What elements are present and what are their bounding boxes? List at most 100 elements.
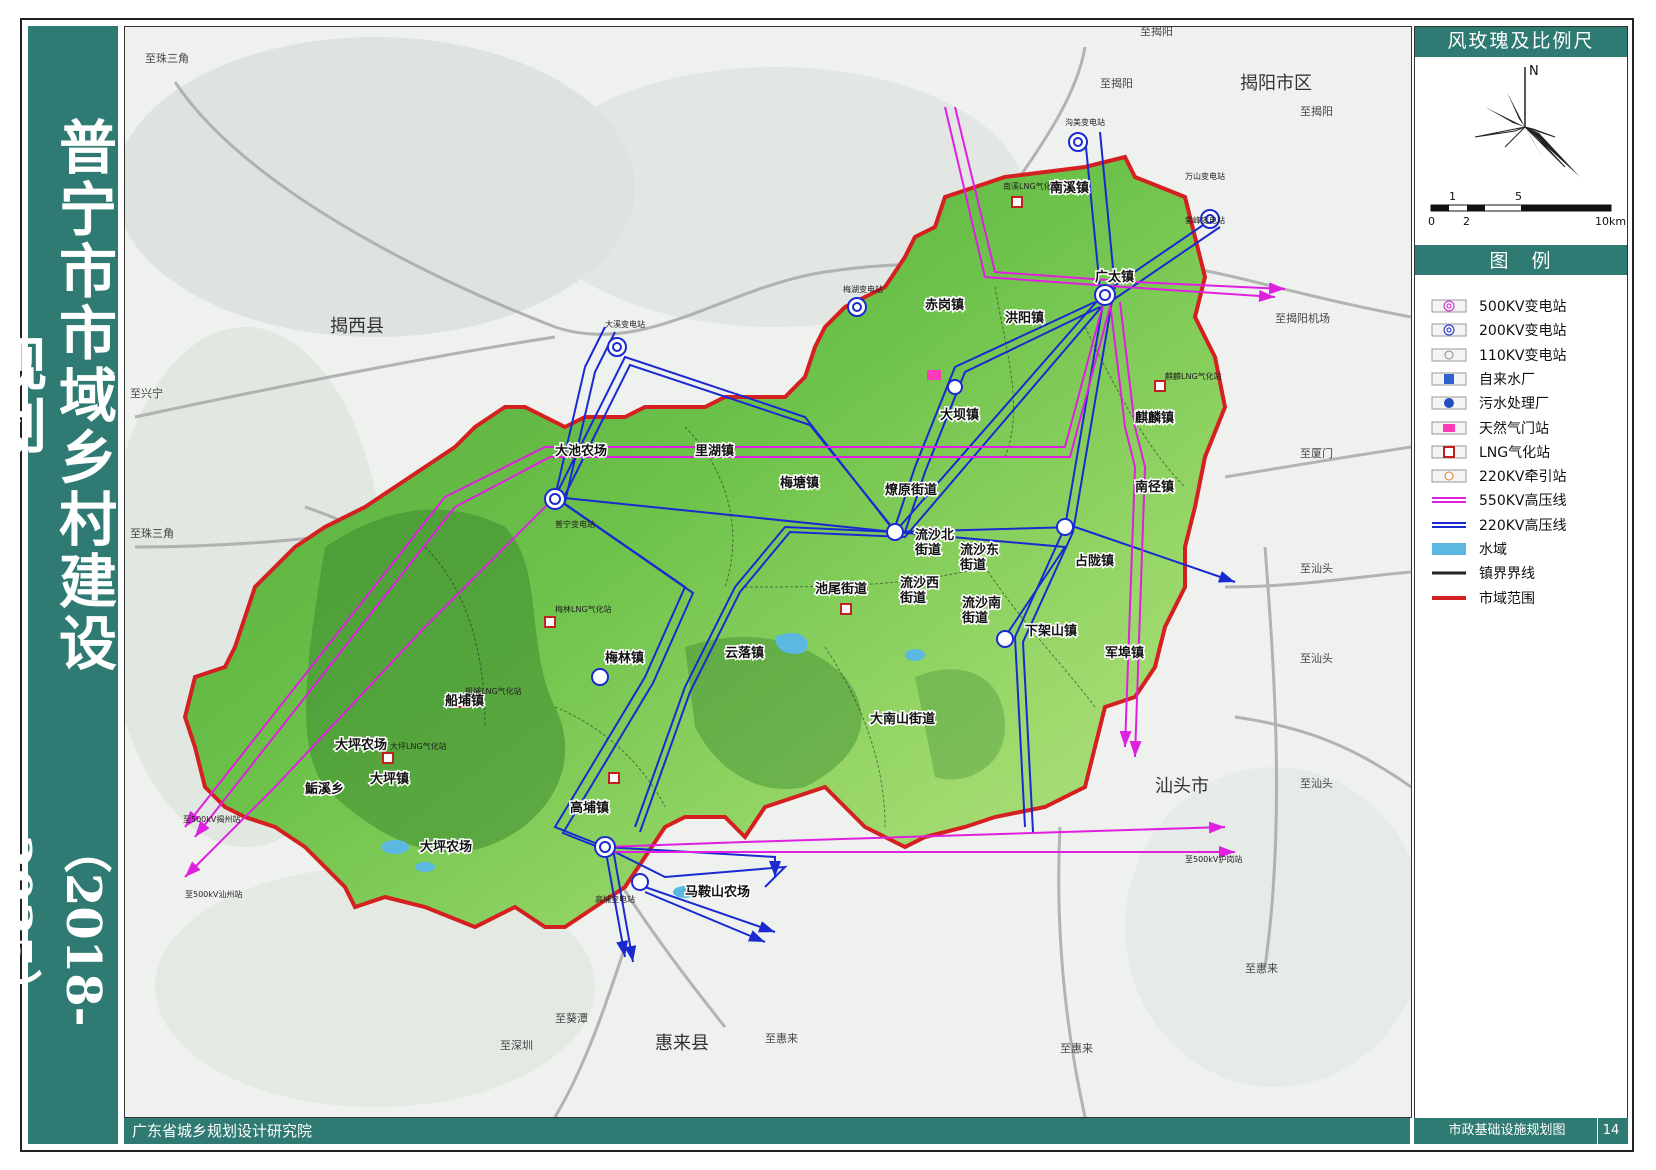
direction-label: 至厦门 xyxy=(1300,446,1333,460)
town-label: 流沙西 xyxy=(900,575,939,591)
map-years: （2018-2035） xyxy=(0,825,111,1027)
page-number: 14 xyxy=(1597,1118,1624,1144)
facility-label: 梅林LNG气化站 xyxy=(555,604,612,614)
line-550-icon xyxy=(1429,493,1469,507)
town-label: 里湖镇 xyxy=(695,443,734,459)
direction-label: 至兴宁 xyxy=(130,386,163,400)
direction-label: 至汕头 xyxy=(1300,652,1333,665)
traction-station-icon xyxy=(1429,469,1469,483)
town-label: 街道 xyxy=(959,557,986,573)
facility-label: 麒麟LNG气化站 xyxy=(1165,371,1222,381)
legend-label: 自来水厂 xyxy=(1479,371,1535,388)
facility-label: 紫峰变电站 xyxy=(1185,215,1225,225)
town-boundary-icon xyxy=(1429,566,1469,580)
direction-label: 至汕头 xyxy=(1300,562,1333,575)
lng-station-icon xyxy=(382,752,394,764)
gas-gate-icon xyxy=(1429,421,1469,435)
facility-label: 梅湖变电站 xyxy=(843,284,883,294)
region-label: 揭西县 xyxy=(330,316,384,337)
direction-label: 至惠来 xyxy=(765,1031,798,1045)
facility-label: 至500kV汕州站 xyxy=(185,889,242,899)
town-label: 梅林镇 xyxy=(605,650,644,666)
direction-label: 至揭阳 xyxy=(1300,104,1333,118)
legend-item: 天然气门站 xyxy=(1429,417,1549,439)
lng-station-icon xyxy=(1011,196,1023,208)
town-label: 大坪农场 xyxy=(420,839,472,855)
direction-label: 至惠来 xyxy=(1245,961,1278,975)
water-icon xyxy=(1429,542,1469,556)
map-canvas[interactable]: 揭阳市区 揭西县 汕头市 惠来县 南溪镇 广太镇 赤岗镇 洪阳镇 大坝镇 麒麟镇 里湖镇 梅塘镇 燎原街… xyxy=(124,26,1412,1118)
town-label: 流沙南 xyxy=(962,595,1001,611)
legend-label: 220KV牵引站 xyxy=(1479,469,1567,486)
legend-label: 市域范围 xyxy=(1479,590,1535,607)
town-label: 大池农场 xyxy=(555,443,607,459)
legend-label: 污水处理厂 xyxy=(1479,396,1549,413)
scale-tick-bottom: 10km xyxy=(1595,215,1626,228)
direction-label: 至汕头 xyxy=(1300,777,1333,790)
legend-label: 110KV变电站 xyxy=(1479,347,1567,364)
town-label: 广太镇 xyxy=(1095,269,1134,285)
scale-bar: 1 5 0 2 10km xyxy=(1428,190,1626,228)
town-label: 南径镇 xyxy=(1135,479,1174,495)
legend-label: 220KV高压线 xyxy=(1479,517,1567,534)
legend-label: 500KV变电站 xyxy=(1479,299,1567,315)
direction-label: 至惠来 xyxy=(1060,1041,1093,1055)
title-bar: 普宁市市域乡村建设规划 （2018-2035） xyxy=(0,26,118,1144)
legend-header: 图 例 xyxy=(1415,247,1627,275)
city-boundary-icon xyxy=(1429,591,1469,605)
north-label: N xyxy=(1529,64,1539,79)
town-label: 鮜溪乡 xyxy=(304,781,344,797)
footer-panel: 市政基础设施规划图 14 xyxy=(1414,1118,1628,1144)
facility-label: 高埔变电站 xyxy=(595,894,635,904)
legend-item: 镇界界线 xyxy=(1429,562,1535,584)
scale-tick-bottom: 0 xyxy=(1428,215,1435,228)
substation-200-icon xyxy=(591,668,609,686)
legend-item: 550KV高压线 xyxy=(1429,489,1566,511)
legend-item: 自来水厂 xyxy=(1429,368,1535,390)
direction-label: 至葵潭 xyxy=(555,1012,588,1025)
direction-label: 至揭阳机场 xyxy=(1275,311,1330,325)
map-sheet-name: 市政基础设施规划图 xyxy=(1448,1123,1566,1138)
town-label: 流沙北 xyxy=(915,527,954,543)
town-label: 大坝镇 xyxy=(940,407,979,423)
substation-200-icon xyxy=(947,379,963,395)
institute-bar: 广东省城乡规划设计研究院 xyxy=(124,1118,1410,1144)
town-label: 街道 xyxy=(914,542,941,558)
lng-station-icon xyxy=(1154,380,1166,392)
town-label: 大坪农场 xyxy=(335,737,387,753)
gas-gate-icon xyxy=(927,370,941,380)
facility-label: 沟美变电站 xyxy=(1065,117,1105,127)
legend-label: LNG气化站 xyxy=(1479,444,1551,461)
town-label: 梅塘镇 xyxy=(780,475,819,491)
town-label: 洪阳镇 xyxy=(1005,310,1044,326)
town-label: 街道 xyxy=(899,590,926,606)
region-label: 汕头市 xyxy=(1155,776,1209,797)
facility-label: 至500kV护岗站 xyxy=(1185,854,1242,864)
direction-label: 至揭阳 xyxy=(1140,27,1173,38)
substation-200-icon xyxy=(1056,518,1074,536)
compass-header: 风玫瑰及比例尺 xyxy=(1415,27,1627,55)
town-label: 占陇镇 xyxy=(1075,553,1114,569)
facility-label: 大坪LNG气化站 xyxy=(390,741,447,751)
town-label: 云落镇 xyxy=(725,645,764,661)
town-label: 大坪镇 xyxy=(370,771,409,787)
direction-label: 至珠三角 xyxy=(145,51,189,65)
line-220-icon xyxy=(1429,518,1469,532)
legend-item: LNG气化站 xyxy=(1429,441,1550,463)
legend-item: 220KV高压线 xyxy=(1429,514,1566,536)
scale-tick-top: 1 xyxy=(1449,190,1456,203)
substation-200-icon xyxy=(886,523,904,541)
compass-scale-box: N 1 5 0 2 10km xyxy=(1415,55,1627,247)
facility-label: 大溪变电站 xyxy=(605,319,645,329)
region-label: 揭阳市区 xyxy=(1240,73,1312,94)
substation-110-icon xyxy=(1429,348,1469,362)
legend-label: 天然气门站 xyxy=(1479,420,1549,437)
legend-label: 镇界界线 xyxy=(1479,566,1535,583)
substation-200-icon xyxy=(631,873,649,891)
town-label: 池尾街道 xyxy=(815,581,867,597)
facility-label: 至500kV揭州站 xyxy=(183,814,240,824)
substation-500-icon xyxy=(1429,299,1469,313)
town-label: 军埠镇 xyxy=(1105,645,1144,661)
legend-label: 550KV高压线 xyxy=(1479,493,1567,510)
substation-200-icon xyxy=(996,630,1014,648)
